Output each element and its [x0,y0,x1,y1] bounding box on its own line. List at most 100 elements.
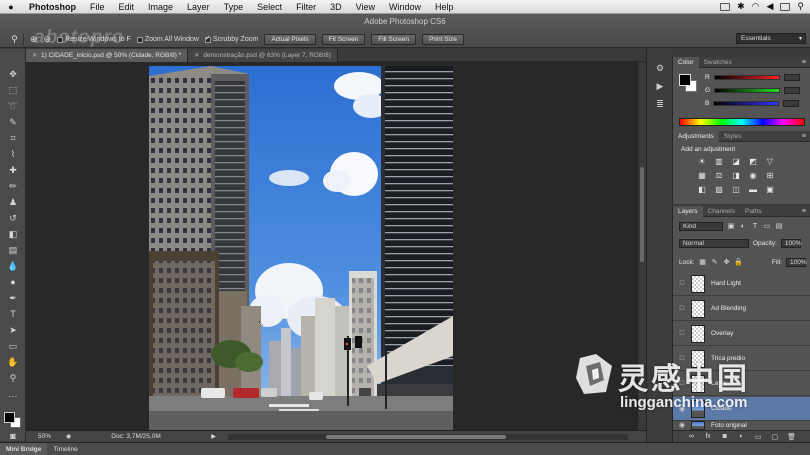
layer-style-icon[interactable]: fx [704,433,712,441]
horizontal-scrollbar[interactable] [228,434,628,440]
print-size-button[interactable]: Print Size [422,34,464,45]
panel-menu-icon[interactable]: ≡ [802,59,810,66]
foreground-color-swatch[interactable] [4,412,15,423]
new-layer-icon[interactable]: ▢ [771,433,779,441]
brush-tool-icon[interactable]: ✏ [5,179,21,193]
tab-channels[interactable]: Channels [703,206,740,217]
color-spectrum[interactable] [679,118,805,126]
layer-row[interactable]: □ Hard Light [673,272,810,296]
history-brush-tool-icon[interactable]: ↺ [5,211,21,225]
threshold-icon[interactable]: ◫ [731,184,741,194]
zoom-tool-icon[interactable]: ⚲ [5,371,21,385]
menu-help[interactable]: Help [428,2,461,12]
slider-r[interactable]: R [705,73,805,81]
zoom-level[interactable]: 50% [26,433,66,440]
levels-icon[interactable]: ▥ [714,156,724,166]
fill-screen-button[interactable]: Fill Screen [371,34,417,45]
fit-screen-button[interactable]: Fit Screen [321,34,366,45]
tab-adjustments[interactable]: Adjustments [673,130,719,142]
slider-g[interactable]: G [705,86,805,94]
visibility-eye-icon[interactable]: ◉ [673,421,691,429]
scrubby-zoom-checkbox[interactable]: Scrubby Zoom [204,34,258,43]
tab-styles[interactable]: Styles [719,131,747,142]
visibility-toggle[interactable]: □ [673,280,691,287]
lock-all-icon[interactable]: 🔒 [734,258,743,266]
brightness-icon[interactable]: ☀ [697,156,707,166]
dodge-tool-icon[interactable]: ● [5,275,21,289]
adjustment-filter-icon[interactable]: ◐ [739,222,747,230]
visibility-toggle[interactable]: □ [673,380,691,387]
tab-color[interactable]: Color [673,56,699,68]
type-tool-icon[interactable]: T [5,307,21,321]
zoom-tool-icon[interactable]: ⚲ [6,33,24,46]
menu-3d[interactable]: 3D [323,2,349,12]
lasso-tool-icon[interactable]: ➰ [5,99,21,113]
close-icon[interactable]: ✕ [32,52,37,59]
tab-mini-bridge[interactable]: Mini Bridge [0,442,48,455]
black-white-icon[interactable]: ◨ [731,170,741,180]
opacity-field[interactable]: 100% [780,238,801,248]
exposure-icon[interactable]: ◩ [748,156,758,166]
photo-filter-icon[interactable]: ◉ [748,170,758,180]
quick-select-tool-icon[interactable]: ✎ [5,115,21,129]
menu-filter[interactable]: Filter [289,2,323,12]
layer-row[interactable]: □ Trica predio [673,347,810,371]
vertical-scrollbar[interactable] [637,62,646,430]
layer-row-selected[interactable]: ◉ Cidade [673,397,810,421]
tab-demonstracao[interactable]: ✕ demonstração.psd @ 63% (Layer 7, RGB/8… [188,49,338,62]
visibility-toggle[interactable]: □ [673,355,691,362]
path-select-tool-icon[interactable]: ➤ [5,323,21,337]
menu-layer[interactable]: Layer [180,2,217,12]
gradient-tool-icon[interactable]: ▤ [5,243,21,257]
history-panel-icon[interactable]: ⚙ [653,61,667,75]
selective-color-icon[interactable]: ▣ [765,184,775,194]
vibrance-icon[interactable]: ▽ [765,156,775,166]
close-icon[interactable]: ✕ [194,52,199,59]
color-balance-icon[interactable]: ⚖ [714,170,724,180]
pixel-filter-icon[interactable]: ▣ [727,222,735,230]
panel-menu-icon[interactable]: ≡ [802,133,810,140]
channel-mixer-icon[interactable]: ⊞ [765,170,775,180]
layer-row[interactable]: □ Overlay [673,322,810,346]
visibility-eye-icon[interactable]: ◉ [673,405,691,413]
delete-layer-icon[interactable]: 🗑 [787,433,796,441]
menu-view[interactable]: View [349,2,382,12]
slider-track[interactable] [714,87,781,93]
visibility-toggle[interactable]: □ [673,305,691,312]
eyedropper-tool-icon[interactable]: ⌇ [5,147,21,161]
properties-panel-icon[interactable]: ≣ [653,97,667,111]
scrollbar-thumb[interactable] [326,435,506,439]
battery-icon[interactable] [780,2,791,11]
city-photo[interactable] [149,66,453,432]
fill-field[interactable]: 100% [786,257,807,267]
new-group-icon[interactable]: ▭ [754,433,762,441]
zoom-all-checkbox[interactable]: Zoom All Window [136,36,199,43]
smart-object-filter-icon[interactable]: ▤ [775,222,783,230]
hand-tool-icon[interactable]: ✋ [5,355,21,369]
lock-transparent-icon[interactable]: ▦ [699,258,707,266]
slider-track[interactable] [713,100,780,106]
menu-select[interactable]: Select [250,2,289,12]
crop-tool-icon[interactable]: ⌗ [5,131,21,145]
tab-swatches[interactable]: Swatches [699,57,737,68]
menu-file[interactable]: File [83,2,112,12]
wifi-icon[interactable]: ◠ [752,1,760,12]
canvas-area[interactable] [26,62,646,432]
lock-position-icon[interactable]: ✥ [723,258,731,266]
eraser-tool-icon[interactable]: ◧ [5,227,21,241]
apple-icon[interactable]: ● [0,2,22,12]
zoom-in-icon[interactable]: ⊕ [30,34,38,45]
menu-image[interactable]: Image [141,2,180,12]
channel-value-field[interactable] [783,73,800,81]
screen-icon[interactable] [720,2,731,11]
workspace-select[interactable]: Essentials ▾ [736,33,806,44]
quick-mask-icon[interactable]: ◙ [5,429,21,443]
hue-saturation-icon[interactable]: ▦ [697,170,707,180]
shape-filter-icon[interactable]: ▭ [763,222,771,230]
actual-pixels-button[interactable]: Actual Pixels [264,34,316,45]
panel-menu-icon[interactable]: ≡ [802,208,810,215]
scrollbar-thumb[interactable] [640,167,644,262]
bluetooth-icon[interactable]: ✱ [737,1,745,12]
clone-stamp-tool-icon[interactable]: ♟ [5,195,21,209]
channel-value-field[interactable] [783,99,800,107]
